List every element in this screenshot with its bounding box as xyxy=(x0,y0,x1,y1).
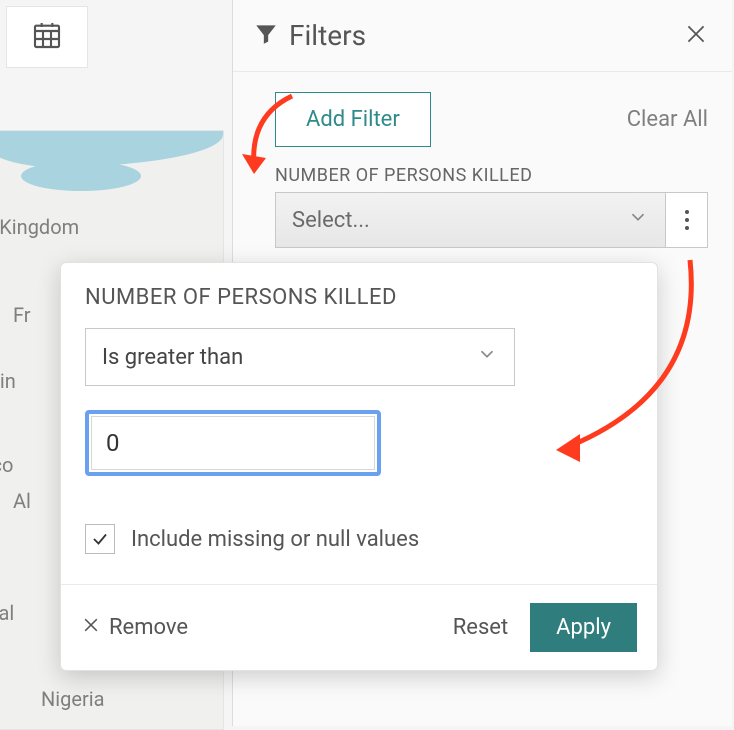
filter-options-menu[interactable] xyxy=(666,192,708,248)
close-button[interactable] xyxy=(680,20,712,52)
add-filter-button[interactable]: Add Filter xyxy=(275,92,431,147)
clear-all-button[interactable]: Clear All xyxy=(627,107,708,132)
filter-icon xyxy=(253,21,279,51)
remove-label: Remove xyxy=(109,615,188,640)
filter-editor-footer: Remove Reset Apply xyxy=(61,584,657,670)
filter-group-label: NUMBER OF PERSONS KILLED xyxy=(275,165,708,186)
map-label: Nigeria xyxy=(41,687,105,711)
map-label: Mal xyxy=(0,601,14,625)
operator-value: Is greater than xyxy=(102,345,243,370)
filters-title: Filters xyxy=(289,19,366,52)
filters-actions: Add Filter Clear All xyxy=(233,72,732,155)
filter-select[interactable]: Select... xyxy=(275,192,666,248)
include-missing-checkbox[interactable] xyxy=(85,524,115,554)
close-icon xyxy=(683,21,709,51)
remove-button[interactable]: Remove xyxy=(81,615,188,641)
map-label: d Kingdom xyxy=(0,215,79,239)
map-label: Fr xyxy=(13,303,31,327)
chevron-down-icon xyxy=(476,343,498,371)
value-input-focus xyxy=(85,410,381,476)
chevron-down-icon xyxy=(627,206,649,234)
map-label: cco xyxy=(0,453,13,477)
apply-button[interactable]: Apply xyxy=(530,603,637,652)
filter-select-placeholder: Select... xyxy=(292,208,370,233)
reset-button[interactable]: Reset xyxy=(453,615,508,640)
check-icon xyxy=(91,530,109,548)
operator-select[interactable]: Is greater than xyxy=(85,328,515,386)
map-label: ain xyxy=(0,369,16,393)
filters-header: Filters xyxy=(233,0,732,72)
map-label: Al xyxy=(13,489,31,513)
value-input[interactable] xyxy=(91,416,375,470)
calendar-icon xyxy=(31,19,63,55)
filter-editor-popover: NUMBER OF PERSONS KILLED Is greater than… xyxy=(60,262,658,671)
close-icon xyxy=(81,615,101,641)
include-missing-label: Include missing or null values xyxy=(131,527,419,552)
include-missing-row[interactable]: Include missing or null values xyxy=(85,524,633,554)
filter-editor-label: NUMBER OF PERSONS KILLED xyxy=(85,285,633,310)
filter-group: NUMBER OF PERSONS KILLED Select... xyxy=(233,155,732,248)
calendar-button[interactable] xyxy=(6,6,88,68)
